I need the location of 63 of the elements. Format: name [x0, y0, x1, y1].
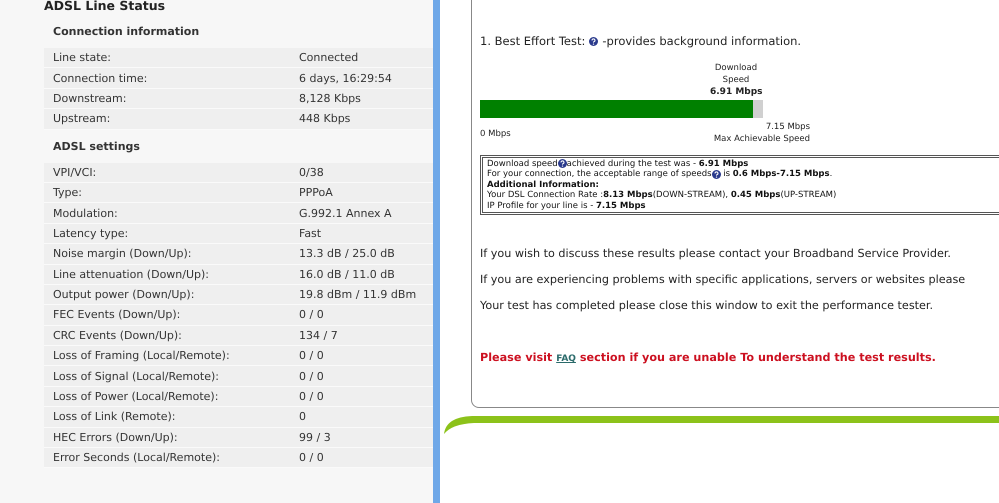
scale-max-label: 7.15 Mbps [764, 121, 810, 133]
faq-notice: Please visit FAQ section if you are unable To understand the test results. [480, 351, 937, 364]
info-text: is 0.6 Mbps-7.15 Mbps. [722, 169, 832, 180]
field-value: 0 [298, 410, 307, 424]
field-label: Modulation: [52, 206, 119, 220]
info-text: For your connection, the acceptable range of speeds [487, 169, 712, 180]
info-text: IP Profile for your line is - 7.15 Mbps [487, 200, 647, 212]
help-icon[interactable] [712, 170, 721, 179]
test-title: 1. Best Effort Test: [480, 34, 586, 48]
field-label: Loss of Signal (Local/Remote): [52, 370, 220, 383]
field-label: Loss of Power (Local/Remote): [52, 390, 220, 404]
field-value: 19.8 dBm / 11.9 dBm [298, 288, 418, 302]
field-label: Upstream: [52, 112, 112, 126]
field-value: 0 / 0 [298, 349, 325, 362]
field-value: 134 / 7 [298, 328, 339, 342]
field-label: Noise margin (Down/Up): [52, 247, 192, 260]
field-label: Downstream: [52, 92, 128, 105]
info-text: achieved during the test was - 6.91 Mbps [566, 159, 748, 169]
field-label: Loss of Framing (Local/Remote): [52, 349, 231, 362]
meter-caption: Download Speed [714, 62, 758, 86]
info-heading: Additional Information: [487, 180, 600, 190]
field-value: 8,128 Kbps [298, 92, 362, 105]
field-label: Output power (Down/Up): [52, 288, 196, 302]
field-value: 16.0 dB / 11.0 dB [298, 268, 396, 281]
info-text: Your DSL Connection Rate :8.13 Mbps(DOWN-STREAM), 0.45 Mbps(UP-STREAM) [487, 190, 838, 201]
field-value: 13.3 dB / 25.0 dB [298, 247, 396, 260]
field-label: VPI/VCI: [52, 166, 98, 179]
info-paragraph: Your test has completed please close this window to exit the performance tester. [480, 299, 934, 314]
faq-link[interactable]: FAQ [556, 354, 576, 364]
panel-title: ADSL Line Status [44, 0, 166, 15]
field-value: 6 days, 16:29:54 [298, 72, 393, 85]
field-value: 0 / 0 [298, 451, 325, 464]
field-value: Fast [298, 226, 322, 240]
field-label: Connection time: [52, 72, 148, 85]
field-label: Error Seconds (Local/Remote): [52, 451, 221, 464]
field-value: 448 Kbps [298, 112, 352, 126]
field-label: FEC Events (Down/Up): [52, 308, 182, 322]
field-value: PPPoA [298, 186, 334, 200]
help-icon[interactable] [589, 36, 598, 46]
field-label: Latency type: [52, 226, 130, 240]
field-label: CRC Events (Down/Up): [52, 328, 183, 342]
section-heading: Connection information [52, 24, 200, 40]
field-value: 0/38 [298, 166, 325, 179]
scale-min-label: 0 Mbps [480, 129, 511, 141]
test-note: -provides background information. [602, 34, 802, 48]
help-icon[interactable] [558, 159, 567, 168]
info-text: Download speed [487, 159, 558, 169]
field-label: Line state: [52, 51, 112, 64]
field-value: 0 / 0 [298, 370, 325, 383]
field-value: G.992.1 Annex A [298, 206, 393, 220]
scale-max-caption: Max Achievable Speed [714, 133, 810, 145]
field-value: 0 / 0 [298, 308, 325, 322]
field-label: Loss of Link (Remote): [52, 410, 176, 424]
info-paragraph: If you are experiencing problems with specific applications, servers or websites please [480, 273, 966, 288]
field-label: Line attenuation (Down/Up): [52, 268, 210, 281]
field-value: 0 / 0 [298, 390, 325, 404]
section-heading: ADSL settings [52, 138, 141, 155]
field-label: HEC Errors (Down/Up): [52, 430, 179, 444]
field-value: Connected [298, 51, 360, 64]
field-label: Type: [52, 186, 83, 200]
field-value: 99 / 3 [298, 430, 332, 444]
info-paragraph: If you wish to discuss these results please contact your Broadband Service Provider. [480, 247, 952, 262]
meter-reading: 6.91 Mbps [710, 86, 764, 98]
